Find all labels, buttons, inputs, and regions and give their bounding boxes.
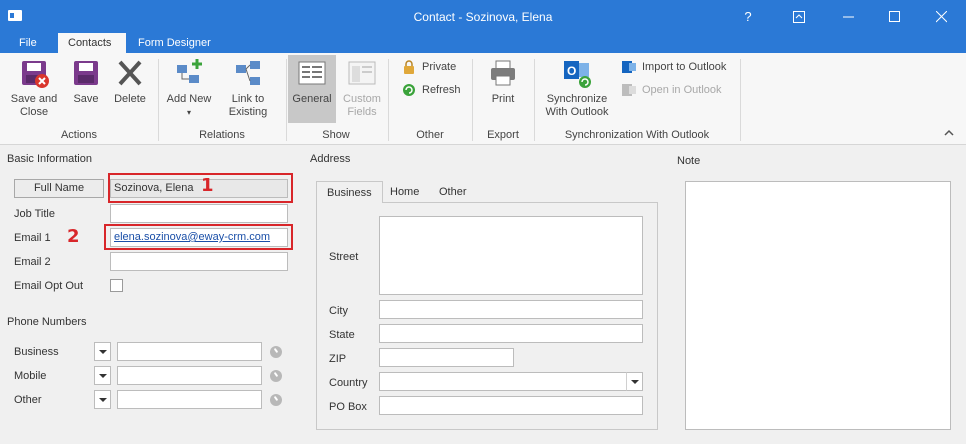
email2-label: Email 2 bbox=[14, 256, 51, 268]
outlook-sync-icon: O bbox=[561, 57, 593, 89]
ribbon-display-icon bbox=[793, 11, 805, 23]
delete-button[interactable]: Delete bbox=[110, 57, 150, 106]
job-title-field[interactable] bbox=[110, 204, 288, 223]
outlook-open-icon bbox=[622, 84, 636, 96]
group-label-relations: Relations bbox=[199, 129, 245, 141]
phone-business-field[interactable] bbox=[117, 342, 262, 361]
state-label: State bbox=[329, 329, 355, 341]
general-button[interactable]: General bbox=[288, 55, 336, 123]
save-close-icon bbox=[18, 57, 50, 89]
collapse-ribbon-icon[interactable] bbox=[944, 129, 954, 137]
state-field[interactable] bbox=[379, 324, 643, 343]
email2-field[interactable] bbox=[110, 252, 288, 271]
custom-fields-button[interactable]: Custom Fields bbox=[340, 57, 384, 119]
job-title-label: Job Title bbox=[14, 208, 55, 220]
basic-information-title: Basic Information bbox=[7, 153, 92, 165]
phone-icon[interactable] bbox=[270, 394, 282, 406]
synchronize-with-outlook-button[interactable]: O Synchronize With Outlook bbox=[542, 57, 612, 119]
outlook-import-icon bbox=[622, 61, 636, 73]
address-title: Address bbox=[310, 153, 351, 165]
email1-label: Email 1 bbox=[14, 232, 51, 244]
group-label-export: Export bbox=[487, 129, 519, 141]
po-box-field[interactable] bbox=[379, 396, 643, 415]
refresh-icon bbox=[403, 84, 415, 96]
private-button[interactable]: Private bbox=[402, 58, 456, 76]
help-button[interactable]: ? bbox=[725, 0, 771, 33]
refresh-button[interactable]: Refresh bbox=[402, 81, 461, 99]
print-button[interactable]: Print bbox=[482, 57, 524, 106]
country-label: Country bbox=[329, 377, 368, 389]
minimize-button[interactable] bbox=[825, 0, 871, 33]
annotation-number-1: 1 bbox=[201, 175, 214, 196]
custom-fields-icon bbox=[346, 57, 378, 89]
save-button[interactable]: Save bbox=[66, 57, 106, 106]
annotation-number-2: 2 bbox=[67, 226, 80, 247]
email-opt-out-checkbox[interactable] bbox=[110, 279, 123, 292]
lock-icon bbox=[404, 60, 414, 74]
phone-other-type-dropdown[interactable] bbox=[94, 390, 111, 409]
city-field[interactable] bbox=[379, 300, 643, 319]
phone-business-type-dropdown[interactable] bbox=[94, 342, 111, 361]
restore-ribbon-button[interactable] bbox=[776, 0, 822, 33]
note-textarea[interactable] bbox=[685, 181, 951, 430]
tab-file[interactable]: File bbox=[9, 33, 47, 53]
group-separator bbox=[740, 59, 741, 141]
open-in-outlook-button[interactable]: Open in Outlook bbox=[622, 81, 722, 99]
phone-mobile-label: Mobile bbox=[14, 370, 47, 382]
phone-icon[interactable] bbox=[270, 346, 282, 358]
phone-other-field[interactable] bbox=[117, 390, 262, 409]
close-button[interactable] bbox=[918, 0, 964, 33]
city-label: City bbox=[329, 305, 348, 317]
chevron-down-icon: ▾ bbox=[186, 108, 191, 117]
tab-address-business[interactable]: Business bbox=[316, 181, 383, 203]
maximize-button[interactable] bbox=[871, 0, 917, 33]
tab-address-other[interactable]: Other bbox=[429, 181, 477, 203]
tab-address-home[interactable]: Home bbox=[380, 181, 429, 203]
phone-other-label: Other bbox=[14, 394, 42, 406]
add-new-icon bbox=[173, 57, 205, 89]
email-opt-out-label: Email Opt Out bbox=[14, 280, 84, 292]
street-field[interactable] bbox=[379, 216, 643, 295]
menu-tab-bar: File Contacts Form Designer bbox=[0, 33, 966, 53]
import-to-outlook-button[interactable]: Import to Outlook bbox=[622, 58, 726, 76]
phone-mobile-type-dropdown[interactable] bbox=[94, 366, 111, 385]
tab-contacts[interactable]: Contacts bbox=[58, 33, 126, 53]
group-label-actions: Actions bbox=[60, 129, 98, 141]
group-label-synchronization: Synchronization With Outlook bbox=[564, 129, 710, 141]
close-icon bbox=[935, 10, 947, 23]
phone-icon[interactable] bbox=[270, 370, 282, 382]
printer-icon bbox=[487, 57, 519, 89]
general-form-icon bbox=[296, 57, 328, 89]
contact-form: Basic Information Full Name Sozinova, El… bbox=[0, 145, 966, 444]
street-label: Street bbox=[329, 251, 359, 263]
svg-text:O: O bbox=[567, 64, 576, 78]
save-and-close-button[interactable]: Save and Close bbox=[6, 57, 62, 119]
add-new-button[interactable]: Add New ▾ bbox=[164, 57, 214, 119]
tab-form-designer[interactable]: Form Designer bbox=[128, 33, 221, 53]
title-bar: Contact - Sozinova, Elena ? bbox=[0, 0, 966, 33]
zip-field[interactable] bbox=[379, 348, 514, 367]
minimize-icon bbox=[842, 16, 854, 18]
country-dropdown[interactable] bbox=[379, 372, 643, 391]
group-label-show: Show bbox=[322, 129, 350, 141]
ribbon: Save and Close Save Delete Actions Add N… bbox=[0, 53, 966, 145]
link-existing-icon bbox=[232, 57, 264, 89]
chevron-down-icon[interactable] bbox=[626, 372, 643, 391]
note-title: Note bbox=[677, 155, 701, 167]
save-icon bbox=[70, 57, 102, 89]
zip-label: ZIP bbox=[329, 353, 347, 365]
po-box-label: PO Box bbox=[329, 401, 367, 413]
phone-numbers-title: Phone Numbers bbox=[7, 316, 87, 328]
phone-mobile-field[interactable] bbox=[117, 366, 262, 385]
phone-business-label: Business bbox=[14, 346, 59, 358]
link-to-existing-button[interactable]: Link to Existing bbox=[220, 57, 276, 119]
delete-x-icon bbox=[114, 57, 146, 89]
maximize-icon bbox=[888, 11, 900, 22]
group-label-other: Other bbox=[416, 129, 444, 141]
full-name-button[interactable]: Full Name bbox=[14, 179, 104, 198]
annotation-box-2 bbox=[104, 224, 293, 250]
